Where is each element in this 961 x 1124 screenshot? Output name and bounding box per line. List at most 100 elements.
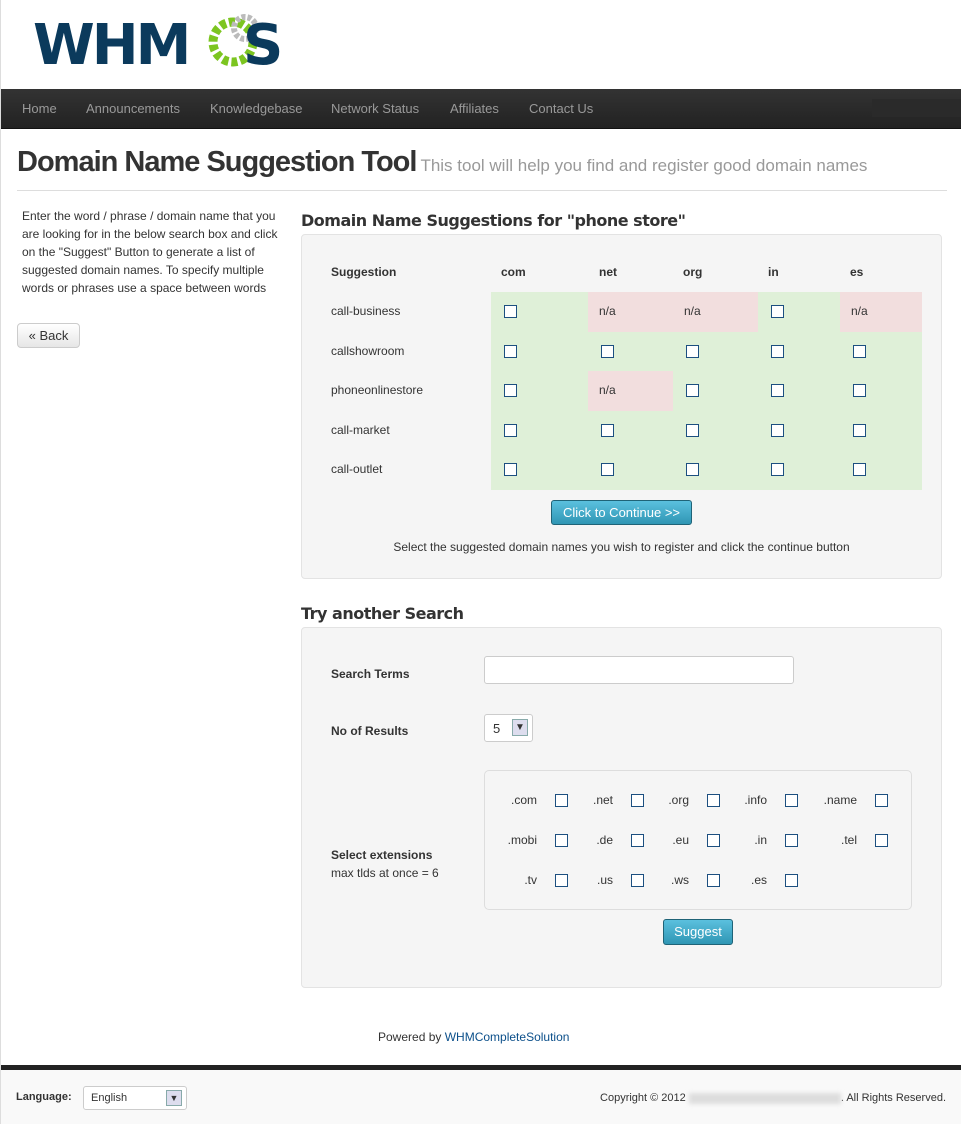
nav-home[interactable]: Home (22, 101, 57, 116)
extension-checkbox[interactable] (555, 834, 568, 847)
powered-prefix: Powered by (378, 1030, 442, 1044)
extension-label: .in (754, 833, 767, 847)
nav-announcements[interactable]: Announcements (86, 101, 180, 116)
domain-checkbox[interactable] (504, 344, 517, 358)
suggestion-name: call-outlet (331, 462, 383, 476)
page-subtitle: This tool will help you find and registe… (420, 156, 868, 175)
extension-checkbox[interactable] (785, 794, 798, 807)
extensions-label: Select extensions (331, 848, 433, 862)
available-cell (491, 371, 588, 411)
suggest-button[interactable]: Suggest (663, 919, 733, 945)
available-cell (673, 410, 758, 451)
extension-label: .tv (524, 873, 537, 887)
extension-label: .eu (672, 833, 689, 847)
available-cell (588, 450, 673, 490)
domain-checkbox[interactable] (504, 463, 517, 476)
svg-text:WHM: WHM (33, 13, 188, 70)
available-cell (491, 331, 588, 372)
extension-label: .name (823, 793, 857, 807)
domain-checkbox[interactable] (771, 423, 784, 437)
nav-knowledgebase[interactable]: Knowledgebase (210, 101, 303, 116)
whmcs-link[interactable]: WHMCompleteSolution (445, 1030, 570, 1044)
nav-contact-us[interactable]: Contact Us (529, 101, 593, 116)
language-select[interactable]: English ▼ (83, 1086, 187, 1110)
continue-button[interactable]: Click to Continue >> (551, 500, 692, 525)
footer: Language: English ▼ Copyright © 2012 . A… (1, 1065, 961, 1124)
available-cell (840, 371, 922, 411)
domain-checkbox[interactable] (686, 384, 699, 397)
domain-checkbox[interactable] (504, 305, 517, 318)
domain-checkbox[interactable] (853, 423, 866, 437)
suggestion-name: call-market (331, 422, 390, 437)
nav-affiliates[interactable]: Affiliates (450, 101, 499, 116)
available-cell (840, 450, 922, 490)
domain-checkbox[interactable] (853, 384, 866, 397)
extension-label: .tel (840, 833, 857, 847)
available-cell (588, 410, 673, 451)
main-nav: Home Announcements Knowledgebase Network… (1, 89, 961, 129)
domain-checkbox[interactable] (771, 344, 784, 358)
extension-checkbox[interactable] (555, 794, 568, 807)
extension-checkbox[interactable] (785, 874, 798, 887)
domain-checkbox[interactable] (601, 423, 614, 437)
extension-checkbox[interactable] (631, 794, 644, 807)
copyright-prefix: Copyright © 2012 (600, 1092, 686, 1104)
chevron-down-icon: ▼ (166, 1090, 182, 1106)
extension-checkbox[interactable] (707, 874, 720, 887)
available-cell (673, 371, 758, 411)
results-title: Domain Name Suggestions for "phone store… (301, 211, 686, 230)
domain-checkbox[interactable] (504, 384, 517, 397)
available-cell (758, 410, 840, 451)
available-cell (673, 331, 758, 372)
extensions-note: max tlds at once = 6 (331, 866, 439, 880)
results-count-label: No of Results (331, 724, 409, 738)
extension-checkbox[interactable] (631, 834, 644, 847)
domain-checkbox[interactable] (504, 423, 517, 437)
domain-checkbox[interactable] (853, 344, 866, 358)
domain-checkbox[interactable] (686, 344, 699, 358)
extension-label: .net (592, 793, 613, 807)
available-cell (840, 410, 922, 451)
nav-search-box[interactable] (872, 99, 961, 117)
nav-network-status[interactable]: Network Status (331, 101, 419, 116)
domain-checkbox[interactable] (601, 344, 614, 358)
extension-checkbox[interactable] (785, 834, 798, 847)
domain-checkbox[interactable] (601, 463, 614, 476)
unavailable-cell: n/a (840, 292, 922, 332)
intro-text: Enter the word / phrase / domain name th… (22, 209, 278, 295)
extension-checkbox[interactable] (707, 794, 720, 807)
extension-checkbox[interactable] (707, 834, 720, 847)
extension-label: .com (510, 793, 537, 807)
extension-label: .es (750, 873, 767, 887)
page-heading: Domain Name Suggestion Tool This tool wil… (17, 146, 867, 179)
suggestion-name: callshowroom (331, 343, 405, 358)
extension-label: .de (596, 833, 613, 847)
language-value: English (91, 1092, 128, 1104)
available-cell (491, 292, 588, 332)
suggestion-name: call-business (331, 304, 401, 318)
domain-checkbox[interactable] (771, 384, 784, 397)
extension-checkbox[interactable] (555, 874, 568, 887)
na-text: n/a (599, 383, 616, 397)
results-count-select[interactable]: 5 ▼ (484, 714, 533, 742)
unavailable-cell: n/a (588, 371, 673, 411)
extension-label: .mobi (507, 833, 537, 847)
back-button[interactable]: « Back (17, 323, 80, 348)
domain-checkbox[interactable] (686, 423, 699, 437)
search-title: Try another Search (301, 604, 464, 623)
na-text: n/a (684, 304, 701, 318)
domain-checkbox[interactable] (771, 305, 784, 318)
extension-checkbox[interactable] (875, 794, 888, 807)
search-terms-input[interactable] (484, 656, 794, 684)
suggestion-name: phoneonlinestore (331, 383, 424, 397)
extension-checkbox[interactable] (875, 834, 888, 847)
redacted-company (688, 1092, 841, 1104)
extension-checkbox[interactable] (631, 874, 644, 887)
na-text: n/a (599, 304, 616, 318)
domain-checkbox[interactable] (686, 463, 699, 476)
domain-checkbox[interactable] (853, 463, 866, 476)
page-title: Domain Name Suggestion Tool (17, 146, 417, 178)
column-header: es (850, 265, 864, 279)
domain-checkbox[interactable] (771, 463, 784, 476)
available-cell (758, 371, 840, 411)
